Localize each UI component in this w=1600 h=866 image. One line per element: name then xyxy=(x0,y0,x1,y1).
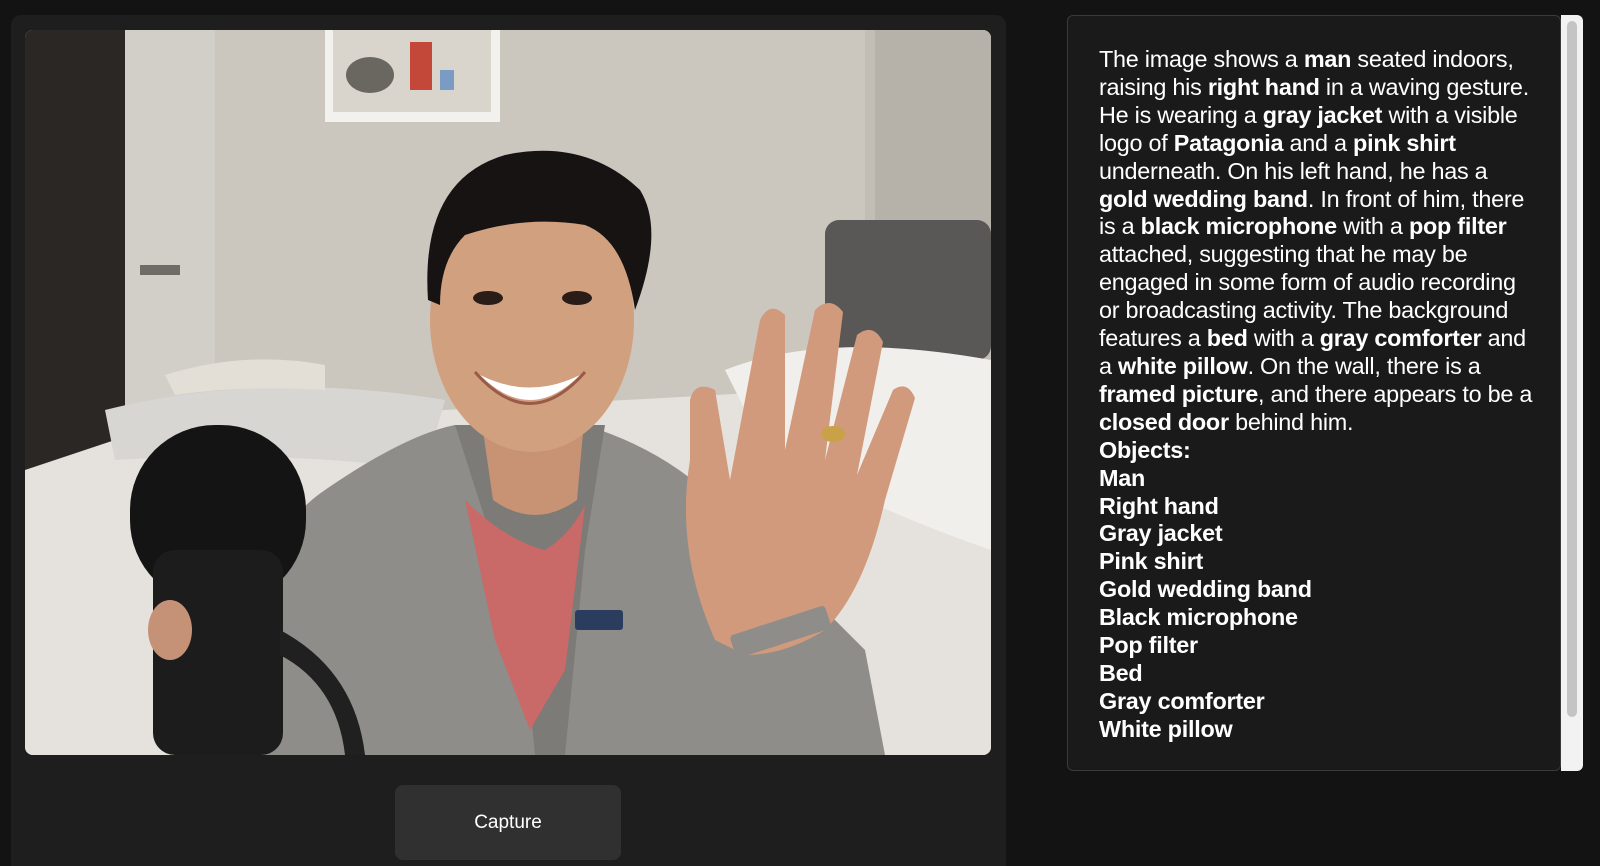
description-segment: with a xyxy=(1247,325,1320,352)
description-panel: The image shows a man seated indoors, ra… xyxy=(1067,15,1561,771)
object-item: White pillow xyxy=(1099,715,1233,742)
highlighted-term: pop filter xyxy=(1408,213,1507,240)
description-scrollbar[interactable] xyxy=(1561,15,1583,771)
description-segment: and a xyxy=(1283,129,1354,156)
highlighted-term: Patagonia xyxy=(1173,129,1284,156)
object-item: Gold wedding band xyxy=(1099,576,1312,603)
object-item: Pink shirt xyxy=(1099,548,1204,575)
description-segment: The image shows a xyxy=(1099,46,1304,72)
description-segment: with a xyxy=(1336,213,1409,240)
object-item: Black microphone xyxy=(1099,604,1298,631)
scrollbar-thumb[interactable] xyxy=(1567,21,1577,717)
webcam-video-feed xyxy=(25,30,991,755)
highlighted-term: man xyxy=(1303,46,1352,72)
capture-button[interactable]: Capture xyxy=(395,785,621,860)
object-item: Pop filter xyxy=(1099,632,1198,659)
highlighted-term: pink shirt xyxy=(1353,129,1456,156)
highlighted-term: black microphone xyxy=(1140,213,1337,240)
highlighted-term: gray jacket xyxy=(1262,101,1383,128)
object-item: Gray jacket xyxy=(1099,520,1223,547)
highlighted-term: closed door xyxy=(1099,408,1229,435)
highlighted-term: right hand xyxy=(1207,73,1320,100)
highlighted-term: framed picture xyxy=(1099,380,1258,407)
object-item: Right hand xyxy=(1099,492,1219,519)
object-item: Man xyxy=(1099,464,1146,491)
highlighted-term: gray comforter xyxy=(1319,325,1482,352)
objects-list: Man Right hand Gray jacket Pink shirt Gold w… xyxy=(1099,465,1537,744)
webcam-scene xyxy=(25,30,991,755)
object-item: Gray comforter xyxy=(1099,687,1265,714)
description-segment: underneath. On his left hand, he has a xyxy=(1099,157,1488,184)
description-segment: behind him. xyxy=(1228,408,1354,435)
description-text: The image shows a man seated indoors, ra… xyxy=(1099,46,1537,744)
objects-title: Objects: xyxy=(1099,436,1191,463)
highlighted-term: gold wedding band xyxy=(1099,185,1308,212)
description-segment: . On the wall, there is a xyxy=(1247,352,1481,379)
description-paragraph: The image shows a man seated indoors, ra… xyxy=(1099,46,1537,437)
highlighted-term: bed xyxy=(1206,325,1248,352)
description-segment: , and there appears to be a xyxy=(1257,380,1533,407)
object-item: Bed xyxy=(1099,659,1143,686)
highlighted-term: white pillow xyxy=(1118,352,1248,379)
